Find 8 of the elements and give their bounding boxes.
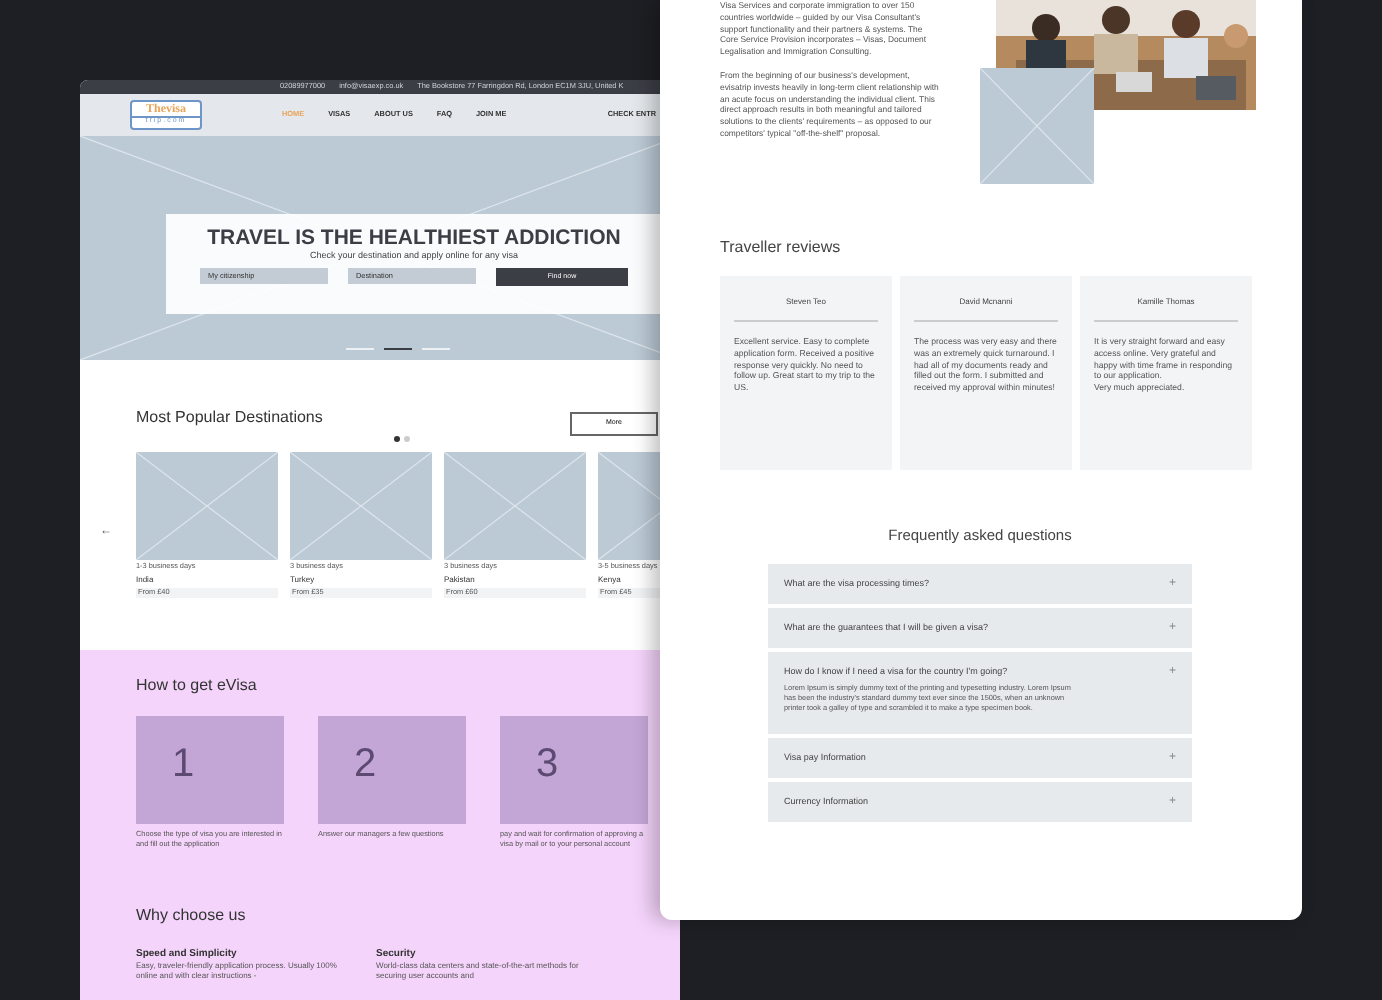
section-title: Traveller reviews xyxy=(720,240,843,256)
step-number: 1 xyxy=(136,716,284,824)
section-title: Why choose us xyxy=(136,908,246,925)
hero-title: TRAVEL IS THE HEALTHIEST ADDICTION xyxy=(205,228,623,249)
section-title: How to get eVisa xyxy=(136,678,257,694)
step-number: 2 xyxy=(318,716,466,824)
step-number: 3 xyxy=(500,716,648,824)
section-title: Most Popular Destinations xyxy=(136,410,323,426)
